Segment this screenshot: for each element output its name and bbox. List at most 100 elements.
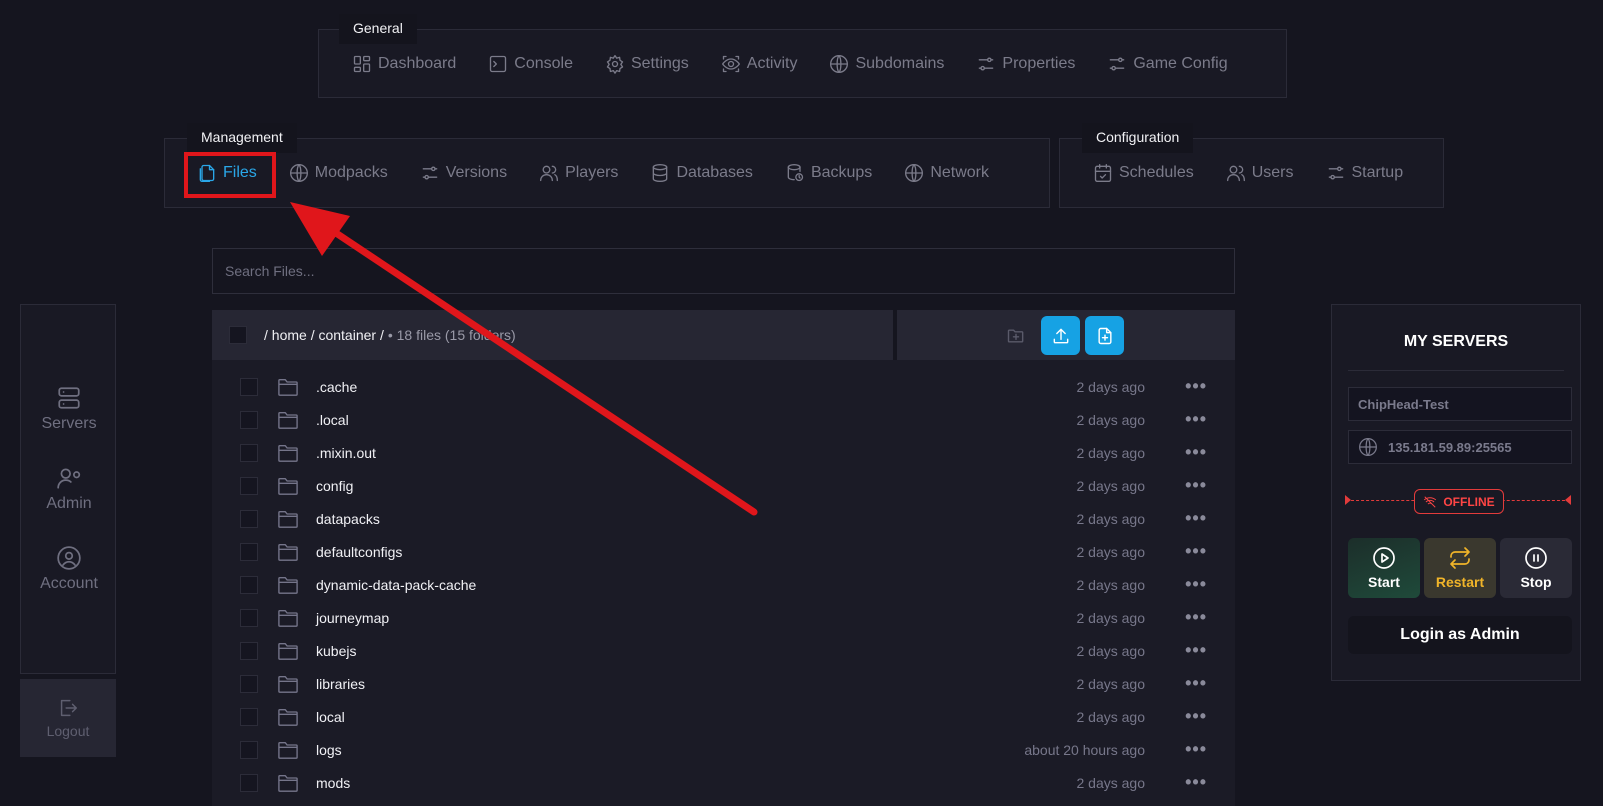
side-item-account[interactable]: Account [21, 545, 117, 593]
file-row[interactable]: .cache 2 days ago ••• [212, 370, 1235, 403]
folder-icon [278, 741, 298, 759]
nav-backups[interactable]: Backups [785, 163, 872, 183]
file-name[interactable]: dynamic-data-pack-cache [316, 577, 476, 593]
file-name[interactable]: .local [316, 412, 349, 428]
nav-schedules[interactable]: Schedules [1093, 163, 1194, 183]
file-row[interactable]: libraries 2 days ago ••• [212, 667, 1235, 700]
file-checkbox[interactable] [240, 773, 258, 792]
file-row[interactable]: dynamic-data-pack-cache 2 days ago ••• [212, 568, 1235, 601]
search-files-input[interactable]: Search Files... [212, 248, 1235, 294]
nav-backups-label: Backups [810, 164, 873, 181]
more-options-icon[interactable]: ••• [1185, 673, 1207, 694]
file-row[interactable]: .local 2 days ago ••• [212, 403, 1235, 436]
file-checkbox[interactable] [240, 443, 258, 462]
file-row[interactable]: .mixin.out 2 days ago ••• [212, 436, 1235, 469]
nav-console[interactable]: Console [488, 54, 573, 74]
file-row[interactable]: journeymap 2 days ago ••• [212, 601, 1235, 634]
file-name[interactable]: defaultconfigs [316, 544, 402, 560]
file-checkbox[interactable] [240, 608, 258, 627]
more-options-icon[interactable]: ••• [1185, 541, 1207, 562]
file-name[interactable]: .cache [316, 379, 357, 395]
nav-activity[interactable]: Activity [721, 54, 797, 74]
more-options-icon[interactable]: ••• [1185, 508, 1207, 529]
new-folder-button[interactable] [996, 316, 1035, 355]
stop-button[interactable]: Stop [1500, 538, 1572, 598]
nav-settings[interactable]: Settings [605, 54, 689, 74]
file-name[interactable]: config [316, 478, 353, 494]
side-item-servers[interactable]: Servers [21, 385, 117, 433]
more-options-icon[interactable]: ••• [1185, 739, 1207, 760]
folder-icon [278, 411, 298, 429]
status-marker-left [1345, 495, 1351, 505]
nav-modpacks[interactable]: Modpacks [289, 163, 388, 183]
file-row[interactable]: config 2 days ago ••• [212, 469, 1235, 502]
file-row[interactable]: defaultconfigs 2 days ago ••• [212, 535, 1235, 568]
file-checkbox[interactable] [240, 674, 258, 693]
files-highlight-box [184, 152, 276, 198]
file-name[interactable]: journeymap [316, 610, 389, 626]
nav-players[interactable]: Players [539, 163, 618, 183]
file-checkbox[interactable] [240, 377, 258, 396]
more-options-icon[interactable]: ••• [1185, 475, 1207, 496]
file-row[interactable]: mods 2 days ago ••• [212, 766, 1235, 799]
nav-startup[interactable]: Startup [1326, 163, 1403, 183]
more-options-icon[interactable]: ••• [1185, 772, 1207, 793]
play-icon [1373, 547, 1395, 569]
file-name[interactable]: local [316, 709, 345, 725]
file-checkbox[interactable] [240, 575, 258, 594]
file-name[interactable]: datapacks [316, 511, 380, 527]
restart-label: Restart [1435, 574, 1485, 590]
nav-game-config[interactable]: Game Config [1107, 54, 1228, 74]
file-checkbox[interactable] [240, 476, 258, 495]
file-checkbox[interactable] [240, 740, 258, 759]
file-row[interactable]: kubejs 2 days ago ••• [212, 634, 1235, 667]
server-address-field[interactable]: 135.181.59.89:25565 [1348, 430, 1572, 464]
nav-dashboard[interactable]: Dashboard [352, 54, 456, 74]
nav-subdomains[interactable]: Subdomains [829, 54, 944, 74]
file-row[interactable]: datapacks 2 days ago ••• [212, 502, 1235, 535]
sliders-icon [1328, 166, 1343, 180]
file-name[interactable]: libraries [316, 676, 365, 692]
file-checkbox[interactable] [240, 410, 258, 429]
restart-button[interactable]: Restart [1424, 538, 1496, 598]
more-options-icon[interactable]: ••• [1185, 442, 1207, 463]
nav-network[interactable]: Network [904, 163, 989, 183]
more-options-icon[interactable]: ••• [1185, 640, 1207, 661]
folder-icon [278, 477, 298, 495]
more-options-icon[interactable]: ••• [1185, 376, 1207, 397]
file-name[interactable]: kubejs [316, 643, 356, 659]
more-options-icon[interactable]: ••• [1185, 409, 1207, 430]
sliders-icon [979, 57, 994, 70]
more-options-icon[interactable]: ••• [1185, 706, 1207, 727]
file-name[interactable]: mods [316, 775, 350, 791]
file-checkbox[interactable] [240, 542, 258, 561]
nav-users[interactable]: Users [1226, 163, 1294, 183]
login-as-admin-button[interactable]: Login as Admin [1348, 616, 1572, 654]
file-checkbox[interactable] [240, 641, 258, 660]
new-file-button[interactable] [1085, 316, 1124, 355]
upload-button[interactable] [1041, 316, 1080, 355]
nav-properties-label: Properties [1002, 54, 1076, 72]
more-options-icon[interactable]: ••• [1185, 574, 1207, 595]
gear-icon [606, 54, 624, 74]
start-button[interactable]: Start [1348, 538, 1420, 598]
file-checkbox[interactable] [240, 707, 258, 726]
side-item-admin[interactable]: Admin [21, 465, 117, 513]
select-all-checkbox[interactable] [229, 326, 247, 344]
file-row[interactable]: local 2 days ago ••• [212, 700, 1235, 733]
more-options-icon[interactable]: ••• [1185, 607, 1207, 628]
path-breadcrumb[interactable]: / home / container / [264, 327, 384, 343]
nav-properties[interactable]: Properties [976, 54, 1075, 74]
status-marker-right [1565, 495, 1571, 505]
file-name[interactable]: .mixin.out [316, 445, 376, 461]
file-checkbox[interactable] [240, 509, 258, 528]
file-modified-date: about 20 hours ago [1024, 741, 1145, 758]
management-nav-group: Management Files Modpacks Versions Playe… [164, 123, 1050, 208]
logout-button[interactable]: Logout [20, 679, 116, 757]
account-icon [57, 546, 81, 570]
file-name[interactable]: logs [316, 742, 342, 758]
server-name-field[interactable]: ChipHead-Test [1348, 387, 1572, 421]
file-row[interactable]: logs about 20 hours ago ••• [212, 733, 1235, 766]
nav-versions[interactable]: Versions [420, 163, 507, 183]
nav-databases[interactable]: Databases [650, 163, 753, 183]
